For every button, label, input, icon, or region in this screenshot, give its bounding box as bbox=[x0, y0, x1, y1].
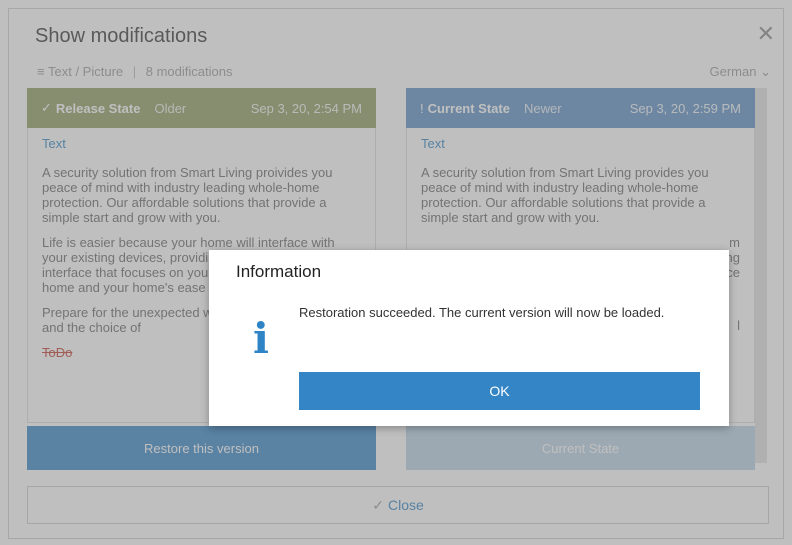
info-icon: i bbox=[253, 314, 269, 363]
information-modal: Information i Restoration succeeded. The… bbox=[209, 250, 729, 426]
ok-button[interactable]: OK bbox=[299, 372, 700, 410]
modal-message: Restoration succeeded. The current versi… bbox=[299, 305, 665, 320]
modal-title: Information bbox=[236, 262, 322, 281]
